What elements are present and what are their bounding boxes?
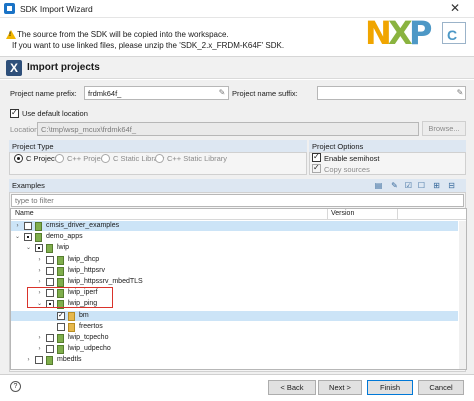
tree-row-checkbox[interactable] [24, 233, 32, 242]
library-icon [57, 345, 64, 355]
library-icon [35, 233, 42, 243]
tree-row-checkbox[interactable] [24, 222, 32, 230]
filter-input[interactable] [11, 194, 464, 207]
app-icon [4, 3, 15, 14]
tree-scrollbar[interactable] [459, 221, 466, 369]
page-title: Import projects [27, 62, 100, 73]
column-name-header[interactable]: Name [15, 210, 34, 217]
copy-sources-checkbox[interactable] [312, 164, 321, 173]
project-type-heading: Project Type [9, 140, 307, 152]
suffix-edit-icon[interactable]: ✎ [455, 88, 465, 98]
import-icon[interactable]: ▤ [373, 180, 384, 191]
chevron-down-icon[interactable]: ⌄ [25, 243, 32, 253]
tree-row-checkbox[interactable] [46, 278, 54, 286]
column-separator-2 [397, 209, 398, 220]
tree-row-checkbox[interactable] [57, 311, 65, 320]
expand-all-icon[interactable]: ⊞ [431, 180, 442, 191]
radio-c-project[interactable] [14, 154, 23, 163]
library-icon [35, 222, 42, 231]
next-button[interactable]: Next > [318, 380, 362, 395]
suffix-input[interactable] [317, 86, 466, 100]
library-icon [46, 356, 53, 366]
tree-row-label: lwip [57, 244, 70, 252]
window-close-button[interactable]: ✕ [436, 0, 474, 18]
tree-row-checkbox[interactable] [46, 345, 54, 354]
prefix-input[interactable]: frdmk64f_ [84, 86, 229, 100]
project-options-heading: Project Options [309, 140, 466, 152]
chevron-right-icon[interactable]: › [36, 266, 43, 276]
folder-icon [68, 311, 75, 321]
library-icon [46, 244, 53, 254]
chevron-right-icon[interactable]: › [36, 333, 43, 343]
tree-row-checkbox[interactable] [35, 244, 43, 253]
cancel-button[interactable]: Cancel [418, 380, 464, 395]
tree-row-checkbox[interactable] [46, 255, 54, 264]
footer-separator [0, 374, 474, 375]
library-icon [57, 278, 64, 287]
radio-cpp-static-library[interactable] [155, 154, 164, 163]
browse-button[interactable]: Browse... [422, 121, 466, 136]
nxp-logo-n: N [365, 14, 392, 52]
chevron-right-icon[interactable]: › [25, 355, 32, 365]
uncheck-all-icon[interactable]: ☐ [416, 180, 427, 191]
check-all-icon[interactable]: ☑ [403, 180, 414, 191]
tree-row-label: lwip_udpecho [68, 345, 111, 353]
highlight-annotation [27, 287, 113, 308]
back-button[interactable]: < Back [268, 380, 316, 395]
chevron-right-icon[interactable]: › [36, 277, 43, 287]
column-version-header[interactable]: Version [331, 210, 354, 217]
use-default-location-label: Use default location [22, 109, 88, 118]
tree-row-label: lwip_httpsrv [68, 266, 105, 274]
chevron-right-icon[interactable]: › [36, 255, 43, 265]
use-default-location-checkbox[interactable] [10, 109, 19, 118]
header-message-line1: The source from the SDK will be copied i… [17, 30, 229, 39]
c-letter-icon: C [447, 27, 458, 43]
library-icon [57, 334, 64, 343]
tree-row-label: lwip_dhcp [68, 255, 100, 263]
tree-row-checkbox[interactable] [57, 322, 65, 331]
import-projects-icon: X [6, 60, 22, 76]
radio-cpp-project[interactable] [55, 154, 64, 163]
window-title: SDK Import Wizard [20, 4, 93, 14]
suffix-label: Project name suffix: [232, 89, 298, 98]
chevron-down-icon[interactable]: ⌄ [14, 232, 21, 242]
tree-row-checkbox[interactable] [46, 334, 54, 342]
copy-sources-label: Copy sources [324, 165, 370, 174]
tree-row-label: mbedtls [57, 356, 82, 364]
tree-row-label: cmsis_driver_examples [46, 222, 120, 229]
tree-row-label: demo_apps [46, 233, 83, 241]
column-separator [327, 209, 328, 220]
chevron-right-icon[interactable]: › [36, 344, 43, 354]
library-icon [57, 266, 64, 276]
tree-row-checkbox[interactable] [46, 266, 54, 275]
chevron-right-icon[interactable]: › [14, 221, 21, 231]
radio-c-project-label: C Project [26, 154, 57, 163]
header-message-line2: If you want to use linked files, please … [12, 41, 285, 50]
prefix-label: Project name prefix: [10, 89, 77, 98]
nxp-logo-p: P [409, 14, 433, 52]
location-input[interactable]: C:\tmp\wsp_mcux\frdmk64f_ [37, 122, 419, 136]
folder-icon [68, 322, 75, 332]
radio-c-static-library[interactable] [101, 154, 110, 163]
prefix-edit-icon[interactable]: ✎ [217, 88, 227, 98]
enable-semihost-label: Enable semihost [324, 154, 380, 163]
tree-row-label: bm [79, 311, 89, 319]
tree-row[interactable] [11, 243, 458, 253]
edit-icon[interactable]: ✎ [389, 180, 400, 191]
library-icon [57, 255, 64, 265]
radio-cpp-static-library-label: C++ Static Library [167, 154, 228, 163]
location-label: Location: [10, 125, 41, 134]
enable-semihost-checkbox[interactable] [312, 153, 321, 162]
tree-row-label: freertos [79, 322, 103, 330]
warning-mark: ! [9, 32, 11, 38]
collapse-all-icon[interactable]: ⊟ [446, 180, 457, 191]
warning-icon [6, 30, 16, 39]
tree-row-label: lwip_httpssrv_mbedTLS [68, 278, 143, 285]
tree-row-checkbox[interactable] [35, 356, 43, 365]
finish-button[interactable]: Finish [367, 380, 413, 395]
tree-row-label: lwip_tcpecho [68, 334, 109, 341]
help-icon[interactable]: ? [10, 381, 21, 392]
